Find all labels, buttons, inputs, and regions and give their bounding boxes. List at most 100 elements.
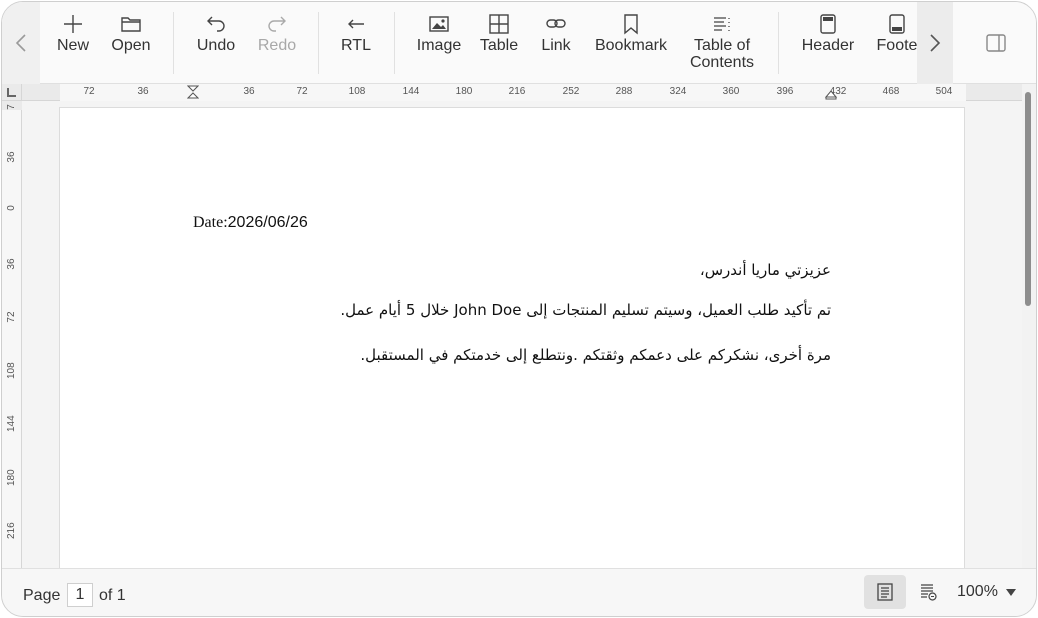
scrollbar-thumb[interactable] [1025, 92, 1031, 306]
right-indent-marker[interactable] [825, 85, 837, 100]
ruler-tick-label: 216 [6, 522, 17, 539]
ruler-tick-label: 216 [507, 86, 527, 98]
zoom-dropdown[interactable]: 100% [957, 583, 1016, 601]
plus-icon [61, 12, 85, 36]
rtl-button[interactable]: RTL [338, 12, 374, 74]
folder-icon [119, 12, 143, 36]
redo-button[interactable]: Redo [255, 12, 299, 74]
horizontal-ruler[interactable]: 72 36 36 72 108 144 180 216 252 288 324 … [22, 84, 1022, 101]
footer-button-label: Foote [876, 37, 918, 54]
closing-paragraph: مرة أخرى، نشكركم على دعمكم وثقتكم .ونتطل… [360, 346, 831, 364]
ruler-tick-label: 36 [242, 86, 256, 98]
table-of-contents-button-label: Table of Contents [689, 37, 755, 71]
footer-icon [885, 12, 909, 36]
ruler-tick-label: 396 [775, 86, 795, 98]
toc-icon [710, 12, 734, 36]
tab-stop-icon [7, 88, 16, 97]
link-button[interactable]: Link [539, 12, 573, 74]
table-icon [487, 12, 511, 36]
left-indent-marker[interactable] [187, 85, 199, 100]
chevron-down-icon [1005, 588, 1016, 596]
toolbar-scroll-left-button[interactable] [2, 2, 40, 84]
undo-button-label: Undo [196, 37, 236, 54]
ruler-tick-label: 288 [614, 86, 634, 98]
redo-button-label: Redo [257, 37, 297, 54]
vertical-scrollbar[interactable] [1022, 84, 1036, 568]
ruler-tick-label: 36 [136, 86, 150, 98]
toolbar-divider [173, 12, 174, 74]
header-button-label: Header [801, 37, 855, 54]
undo-button[interactable]: Undo [194, 12, 238, 74]
web-layout-button[interactable] [907, 575, 949, 609]
of-label: of [99, 587, 113, 604]
new-button[interactable]: New [52, 12, 94, 74]
date-line: Date:2026/06/26 [193, 214, 308, 232]
greeting-paragraph: عزيزتي ماريا أندرس، [699, 261, 831, 279]
print-layout-button[interactable] [864, 575, 906, 609]
ruler-tick-label: 72 [295, 86, 309, 98]
link-button-label: Link [541, 37, 571, 54]
vertical-ruler[interactable]: 7 36 0 36 72 108 144 180 216 [2, 101, 22, 568]
open-button-label: Open [111, 37, 151, 54]
bookmark-icon [619, 12, 643, 36]
bookmark-button[interactable]: Bookmark [593, 12, 669, 74]
toolbar: New Open Undo Redo RTL Image Table Link … [2, 2, 1036, 84]
toolbar-divider [318, 12, 319, 74]
ruler-tick-label: 108 [6, 362, 17, 379]
date-value: 2026/06/26 [227, 214, 308, 231]
page-label: Page [23, 587, 61, 604]
footer-button[interactable]: Foote [876, 12, 918, 74]
ruler-tick-label: 180 [454, 86, 474, 98]
redo-icon [265, 12, 289, 36]
ruler-tick-label: 72 [82, 86, 96, 98]
ruler-tick-label: 0 [6, 205, 17, 211]
ruler-tick-label: 360 [721, 86, 741, 98]
ruler-tick-label: 36 [6, 151, 17, 163]
ruler-tick-label: 72 [6, 311, 17, 323]
ruler-tick-label: 180 [6, 469, 17, 486]
chevron-right-icon [930, 34, 941, 52]
open-button[interactable]: Open [108, 12, 154, 74]
ruler-tick-label: 36 [6, 258, 17, 270]
bookmark-button-label: Bookmark [594, 37, 668, 54]
header-button[interactable]: Header [799, 12, 857, 74]
undo-icon [204, 12, 228, 36]
toolbar-divider [778, 12, 779, 74]
header-icon [816, 12, 840, 36]
table-of-contents-button[interactable]: Table of Contents [684, 12, 760, 74]
page-count: of 1 [99, 587, 126, 605]
ruler-tab-selector[interactable] [2, 84, 22, 101]
toolbar-scroll-right-button[interactable] [917, 2, 953, 84]
table-button-label: Table [479, 37, 519, 54]
image-icon [427, 12, 451, 36]
status-bar: Page 1 of 1 100% [2, 568, 1036, 616]
image-button-label: Image [416, 37, 462, 54]
ruler-tick-label: 324 [668, 86, 688, 98]
image-button[interactable]: Image [415, 12, 463, 74]
zoom-value: 100% [957, 583, 998, 600]
side-panel-icon [986, 34, 1006, 52]
body-paragraph: تم تأكيد طلب العميل، وسيتم تسليم المنتجا… [340, 301, 831, 319]
document-editor-window: New Open Undo Redo RTL Image Table Link … [1, 1, 1037, 617]
ruler-tick-label: 252 [561, 86, 581, 98]
document-canvas[interactable]: Date:2026/06/26 عزيزتي ماريا أندرس، تم ت… [22, 101, 1022, 568]
link-icon [544, 12, 568, 36]
ruler-tick-label: 504 [934, 86, 954, 98]
web-layout-icon [921, 584, 937, 601]
side-panel-toggle-button[interactable] [954, 2, 1036, 84]
ruler-tick-label: 108 [347, 86, 367, 98]
rtl-button-label: RTL [341, 37, 371, 54]
toolbar-divider [394, 12, 395, 74]
new-button-label: New [56, 37, 89, 54]
ruler-tick-label: 468 [881, 86, 901, 98]
ruler-tick-label: 7 [6, 104, 17, 110]
chevron-left-icon [15, 34, 26, 52]
table-button[interactable]: Table [478, 12, 520, 74]
current-page-input[interactable]: 1 [67, 583, 93, 607]
date-label: Date: [193, 214, 228, 231]
arrow-left-icon [344, 12, 368, 36]
total-pages: 1 [116, 587, 126, 604]
ruler-tick-label: 144 [401, 86, 421, 98]
document-page[interactable]: Date:2026/06/26 عزيزتي ماريا أندرس، تم ت… [59, 107, 965, 568]
ruler-tick-label: 144 [6, 415, 17, 432]
